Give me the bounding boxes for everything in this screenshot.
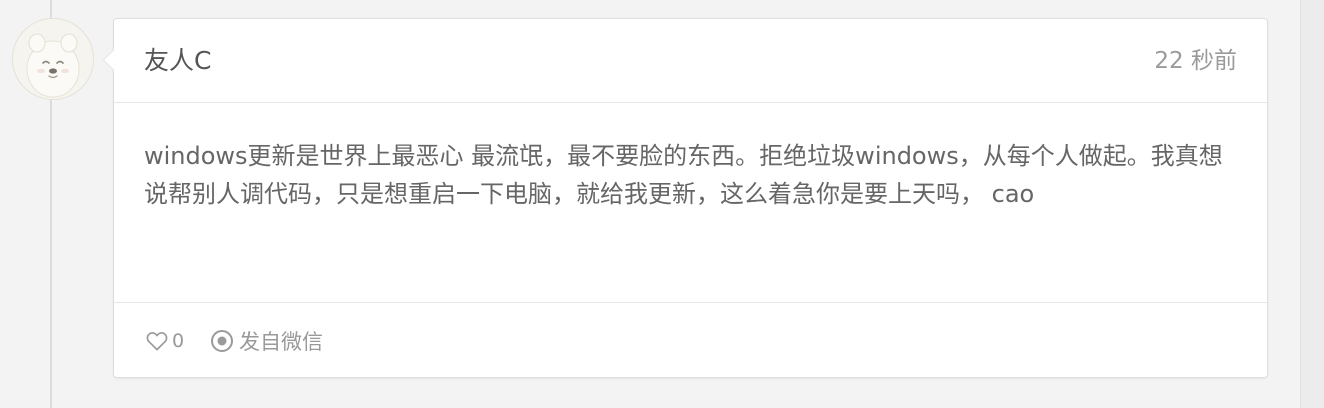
like-count: 0 [172, 330, 185, 352]
post-card: 友人C 22 秒前 windows更新是世界上最恶心 最流氓，最不要脸的东西。拒… [103, 18, 1268, 378]
post-source: 发自微信 [210, 327, 323, 355]
right-scroll-rail [1300, 0, 1324, 408]
post-timestamp: 22 秒前 [1154, 48, 1237, 74]
post-body: windows更新是世界上最恶心 最流氓，最不要脸的东西。拒绝垃圾windows… [114, 103, 1267, 303]
polar-bear-avatar-icon [13, 19, 93, 99]
radio-target-icon [211, 330, 233, 352]
post-footer: 0 发自微信 [114, 303, 1267, 377]
avatar[interactable] [12, 18, 94, 100]
author-name[interactable]: 友人C [144, 44, 211, 78]
like-button[interactable]: 0 [146, 327, 184, 355]
post-header: 友人C 22 秒前 [114, 19, 1267, 103]
source-label: 发自微信 [239, 330, 323, 354]
heart-outline-icon [146, 332, 168, 351]
post-content: windows更新是世界上最恶心 最流氓，最不要脸的东西。拒绝垃圾windows… [144, 142, 1223, 208]
